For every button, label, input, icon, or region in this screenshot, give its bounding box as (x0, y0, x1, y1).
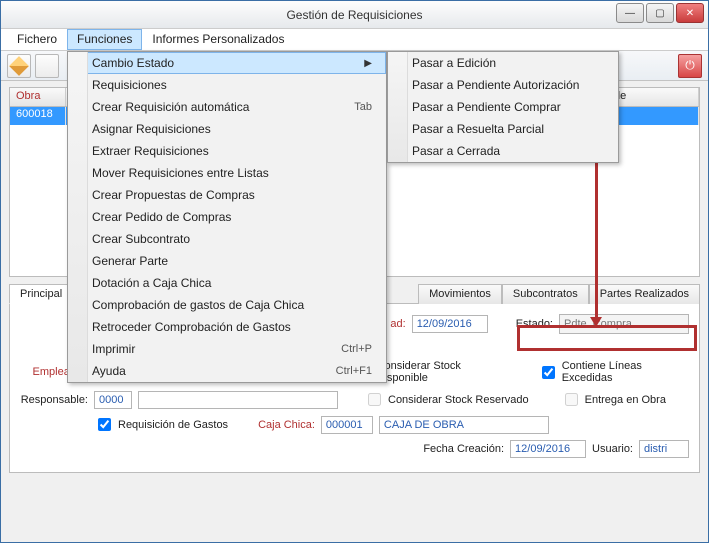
chevron-down-icon: ⌄ (675, 318, 684, 331)
dd-pasar-resuelta-parcial[interactable]: Pasar a Resuelta Parcial (388, 118, 618, 140)
dd-comprobacion-gastos[interactable]: Comprobación de gastos de Caja Chica (68, 294, 386, 316)
dd-asignar-requisiciones[interactable]: Asignar Requisiciones (68, 118, 386, 140)
responsable-label: Responsable: (20, 394, 88, 406)
caja-chica-code-input[interactable] (321, 416, 373, 434)
estado-label: Estado: (516, 318, 553, 330)
dd-generar-parte[interactable]: Generar Parte (68, 250, 386, 272)
tab-partes-realizados[interactable]: Partes Realizados (589, 284, 700, 304)
pencil-icon (9, 56, 29, 76)
fecha-creacion-label: Fecha Creación: (423, 443, 504, 455)
col-obra[interactable]: Obra (10, 88, 66, 106)
estado-select[interactable]: Pdte. Compra ⌄ (559, 314, 689, 334)
dd-retroceder-comprobacion[interactable]: Retroceder Comprobación de Gastos (68, 316, 386, 338)
menu-informes-personalizados[interactable]: Informes Personalizados (142, 29, 294, 50)
responsable-code-input[interactable] (94, 391, 132, 409)
dd-pasar-edicion[interactable]: Pasar a Edición (388, 52, 618, 74)
tab-subcontratos[interactable]: Subcontratos (502, 284, 589, 304)
tab-principal[interactable]: Principal (9, 284, 73, 304)
tab-movimientos[interactable]: Movimientos (418, 284, 502, 304)
dd-pasar-pendiente-autorizacion[interactable]: Pasar a Pendiente Autorización (388, 74, 618, 96)
chk-requisicion-gastos[interactable]: Requisición de Gastos (94, 415, 228, 434)
dd-requisiciones[interactable]: Requisiciones (68, 74, 386, 96)
menubar: Fichero Funciones Informes Personalizado… (1, 29, 708, 51)
fecha-necesidad-label: ad: (390, 318, 405, 330)
toolbar-button-2[interactable] (35, 54, 59, 78)
dd-pasar-cerrada[interactable]: Pasar a Cerrada (388, 140, 618, 162)
dd-crear-subcontrato[interactable]: Crear Subcontrato (68, 228, 386, 250)
dd-extraer-requisiciones[interactable]: Extraer Requisiciones (68, 140, 386, 162)
caja-chica-name-input[interactable] (379, 416, 549, 434)
dd-crear-propuestas-compras[interactable]: Crear Propuestas de Compras (68, 184, 386, 206)
titlebar: Gestión de Requisiciones — ▢ ✕ (1, 1, 708, 29)
dd-dotacion-caja-chica[interactable]: Dotación a Caja Chica (68, 272, 386, 294)
funciones-dropdown: Cambio Estado ▶ Requisiciones Crear Requ… (67, 51, 387, 383)
chk-lineas-excedidas[interactable]: Contiene Líneas Excedidas (538, 360, 689, 384)
dd-ayuda[interactable]: Ayuda Ctrl+F1 (68, 360, 386, 382)
menu-fichero[interactable]: Fichero (7, 29, 67, 50)
close-button[interactable]: ✕ (676, 3, 704, 23)
power-button[interactable]: ⏻ (678, 54, 702, 78)
minimize-button[interactable]: — (616, 3, 644, 23)
responsable-name-input[interactable] (138, 391, 338, 409)
chk-stock-reservado[interactable]: Considerar Stock Reservado (364, 390, 529, 409)
dd-mover-requisiciones[interactable]: Mover Requisiciones entre Listas (68, 162, 386, 184)
cell-obra: 600018 (10, 107, 66, 125)
chk-entrega-obra[interactable]: Entrega en Obra (561, 390, 666, 409)
dd-crear-pedido-compras[interactable]: Crear Pedido de Compras (68, 206, 386, 228)
dd-pasar-pendiente-comprar[interactable]: Pasar a Pendiente Comprar (388, 96, 618, 118)
usuario-input[interactable] (639, 440, 689, 458)
dd-cambio-estado[interactable]: Cambio Estado ▶ (68, 52, 386, 74)
fecha-necesidad-input[interactable] (412, 315, 488, 333)
dd-crear-requisicion-automatica[interactable]: Crear Requisición automática Tab (68, 96, 386, 118)
window-title: Gestión de Requisiciones (286, 8, 422, 22)
menu-funciones[interactable]: Funciones (67, 29, 142, 50)
estado-value: Pdte. Compra (564, 318, 632, 330)
dd-imprimir[interactable]: Imprimir Ctrl+P (68, 338, 386, 360)
caja-chica-label: Caja Chica: (258, 419, 315, 431)
usuario-label: Usuario: (592, 443, 633, 455)
chevron-right-icon: ▶ (364, 58, 372, 69)
maximize-button[interactable]: ▢ (646, 3, 674, 23)
fecha-creacion-input[interactable] (510, 440, 586, 458)
edit-button[interactable] (7, 54, 31, 78)
cambio-estado-submenu: Pasar a Edición Pasar a Pendiente Autori… (387, 51, 619, 163)
